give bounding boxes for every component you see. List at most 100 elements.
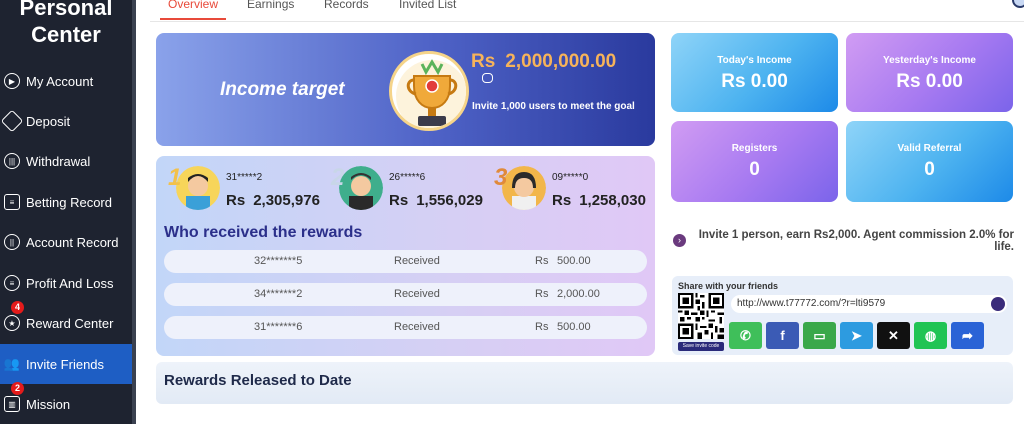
- whatsapp-share-button[interactable]: ✆: [729, 322, 762, 349]
- tab-earnings[interactable]: Earnings: [247, 0, 294, 20]
- currency-label: Rs: [535, 288, 549, 300]
- sidebar-item-withdrawal[interactable]: ||| Withdrawal: [0, 141, 132, 181]
- tab-overview[interactable]: Overview: [159, 0, 227, 20]
- currency-label: Rs: [535, 321, 549, 333]
- reward-row: 32*******5 Received Rs 500.00: [164, 250, 647, 273]
- account-record-icon: ||: [4, 234, 20, 250]
- winner-user: 09*****0: [552, 172, 589, 183]
- sidebar-item-label: Withdrawal: [26, 153, 91, 169]
- sms-icon: ▭: [813, 327, 826, 343]
- invite-url-field[interactable]: http://www.t77772.com/?r=lti9579: [731, 295, 1007, 313]
- facebook-icon: f: [780, 328, 785, 343]
- currency-label: Rs: [226, 192, 246, 209]
- rank-number: 1: [168, 164, 182, 191]
- gift-icon: ▥: [4, 396, 20, 412]
- reward-amount: 500.00: [557, 321, 591, 333]
- todays-income-card: Today's Income Rs 0.00: [671, 33, 838, 112]
- save-invite-code-button[interactable]: Save invite code: [678, 342, 724, 351]
- sidebar: Personal Center ▶ My Account Deposit |||…: [0, 0, 135, 424]
- reward-icon: ★: [4, 315, 20, 331]
- telegram-icon: ➤: [851, 327, 862, 343]
- stat-value: 0: [749, 159, 760, 180]
- tab-bar: Overview Earnings Records Invited List: [150, 0, 1024, 22]
- reward-status: Received: [394, 288, 440, 300]
- notification-badge: 4: [11, 301, 24, 314]
- winner-third: 3 09*****0 Rs 1,258,030: [484, 164, 646, 216]
- winner-amount: Rs 1,258,030: [552, 192, 646, 209]
- share-icon: ➦: [962, 327, 973, 343]
- reward-row: 34*******2 Received Rs 2,000.00: [164, 283, 647, 306]
- reward-user: 31*******6: [254, 321, 303, 333]
- sidebar-item-my-account[interactable]: ▶ My Account: [0, 61, 132, 101]
- qr-code[interactable]: [678, 293, 724, 339]
- avatar: [176, 166, 220, 210]
- sidebar-item-label: Account Record: [26, 234, 119, 250]
- notification-badge: 2: [11, 382, 24, 395]
- help-icon[interactable]: [1012, 0, 1024, 8]
- copy-icon[interactable]: [991, 297, 1005, 311]
- facebook-share-button[interactable]: f: [766, 322, 799, 349]
- stat-label: Today's Income: [717, 55, 792, 66]
- stat-value: Rs 0.00: [896, 71, 963, 92]
- income-target-label: Income target: [220, 79, 345, 100]
- amount-value: 1,258,030: [579, 192, 646, 209]
- tab-invited-list[interactable]: Invited List: [399, 0, 456, 20]
- sidebar-item-label: Betting Record: [26, 194, 112, 210]
- stat-label: Registers: [731, 143, 778, 154]
- sidebar-item-invite-friends[interactable]: 👥 Invite Friends: [0, 344, 132, 384]
- sidebar-item-label: Mission: [26, 396, 71, 412]
- sidebar-item-label: Deposit: [26, 113, 71, 129]
- stat-label: Valid Referral: [897, 143, 962, 154]
- trophy-icon: [389, 51, 469, 131]
- income-target-card: Income target Rs 2,000,000.00 Invite 1,00…: [156, 33, 655, 146]
- sidebar-item-profit-and-loss[interactable]: ≡ Profit And Loss: [0, 263, 132, 303]
- stat-value: 0: [924, 159, 935, 180]
- sms-share-button[interactable]: ▭: [803, 322, 836, 349]
- withdrawal-icon: |||: [4, 153, 20, 169]
- sidebar-scrollbar[interactable]: [132, 0, 136, 424]
- chat-icon: [482, 73, 493, 83]
- amount-value: 2,000,000.00: [505, 51, 617, 72]
- income-target-subtitle: Invite 1,000 users to meet the goal: [472, 101, 635, 112]
- invite-promo-text: Invite 1 person, earn Rs2,000. Agent com…: [698, 229, 1014, 253]
- sidebar-item-reward-center[interactable]: ★ Reward Center 4: [0, 301, 132, 343]
- currency-label: Rs: [535, 255, 549, 267]
- income-target-amount: Rs 2,000,000.00: [471, 51, 616, 73]
- chevron-right-icon[interactable]: ›: [673, 234, 686, 247]
- winner-user: 31*****2: [226, 172, 263, 183]
- sidebar-item-deposit[interactable]: Deposit: [0, 101, 132, 141]
- line-share-button[interactable]: ◍: [914, 322, 947, 349]
- rank-number: 3: [494, 164, 508, 191]
- rewards-released-title: Rewards Released to Date: [164, 372, 352, 389]
- yesterdays-income-card: Yesterday's Income Rs 0.00: [846, 33, 1013, 112]
- currency-label: Rs: [389, 192, 409, 209]
- sidebar-item-label: Profit And Loss: [26, 275, 114, 291]
- whatsapp-icon: ✆: [740, 327, 751, 343]
- winner-second: 2 26*****6 Rs 1,556,029: [321, 164, 483, 216]
- profit-loss-icon: ≡: [4, 275, 20, 291]
- sidebar-item-mission[interactable]: ▥ Mission 2: [0, 382, 132, 424]
- rewards-title: Who received the rewards: [164, 224, 363, 241]
- sidebar-item-label: Reward Center: [26, 315, 114, 331]
- sidebar-item-betting-record[interactable]: ≡ Betting Record: [0, 182, 132, 222]
- amount-value: 2,305,976: [253, 192, 320, 209]
- sidebar-title-line1: Personal: [19, 0, 113, 20]
- reward-user: 32*******5: [254, 255, 303, 267]
- betting-record-icon: ≡: [4, 194, 20, 210]
- reward-row: 31*******6 Received Rs 500.00: [164, 316, 647, 339]
- winner-amount: Rs 2,305,976: [226, 192, 320, 209]
- tab-records[interactable]: Records: [324, 0, 369, 20]
- rewards-card: 1 31*****2 Rs 2,305,976 2 26*****6 Rs 1,55…: [156, 156, 655, 356]
- invite-friends-icon: 👥: [3, 356, 21, 371]
- stat-label: Yesterday's Income: [883, 55, 976, 66]
- winner-first: 1 31*****2 Rs 2,305,976: [158, 164, 320, 216]
- account-icon: ▶: [4, 73, 20, 89]
- sidebar-item-account-record[interactable]: || Account Record: [0, 222, 132, 262]
- sidebar-item-label: Invite Friends: [26, 356, 105, 372]
- x-share-button[interactable]: ✕: [877, 322, 910, 349]
- share-more-button[interactable]: ➦: [951, 322, 984, 349]
- rewards-released-section: Rewards Released to Date: [156, 362, 1013, 404]
- sidebar-item-label: My Account: [26, 73, 94, 89]
- telegram-share-button[interactable]: ➤: [840, 322, 873, 349]
- line-icon: ◍: [924, 327, 937, 343]
